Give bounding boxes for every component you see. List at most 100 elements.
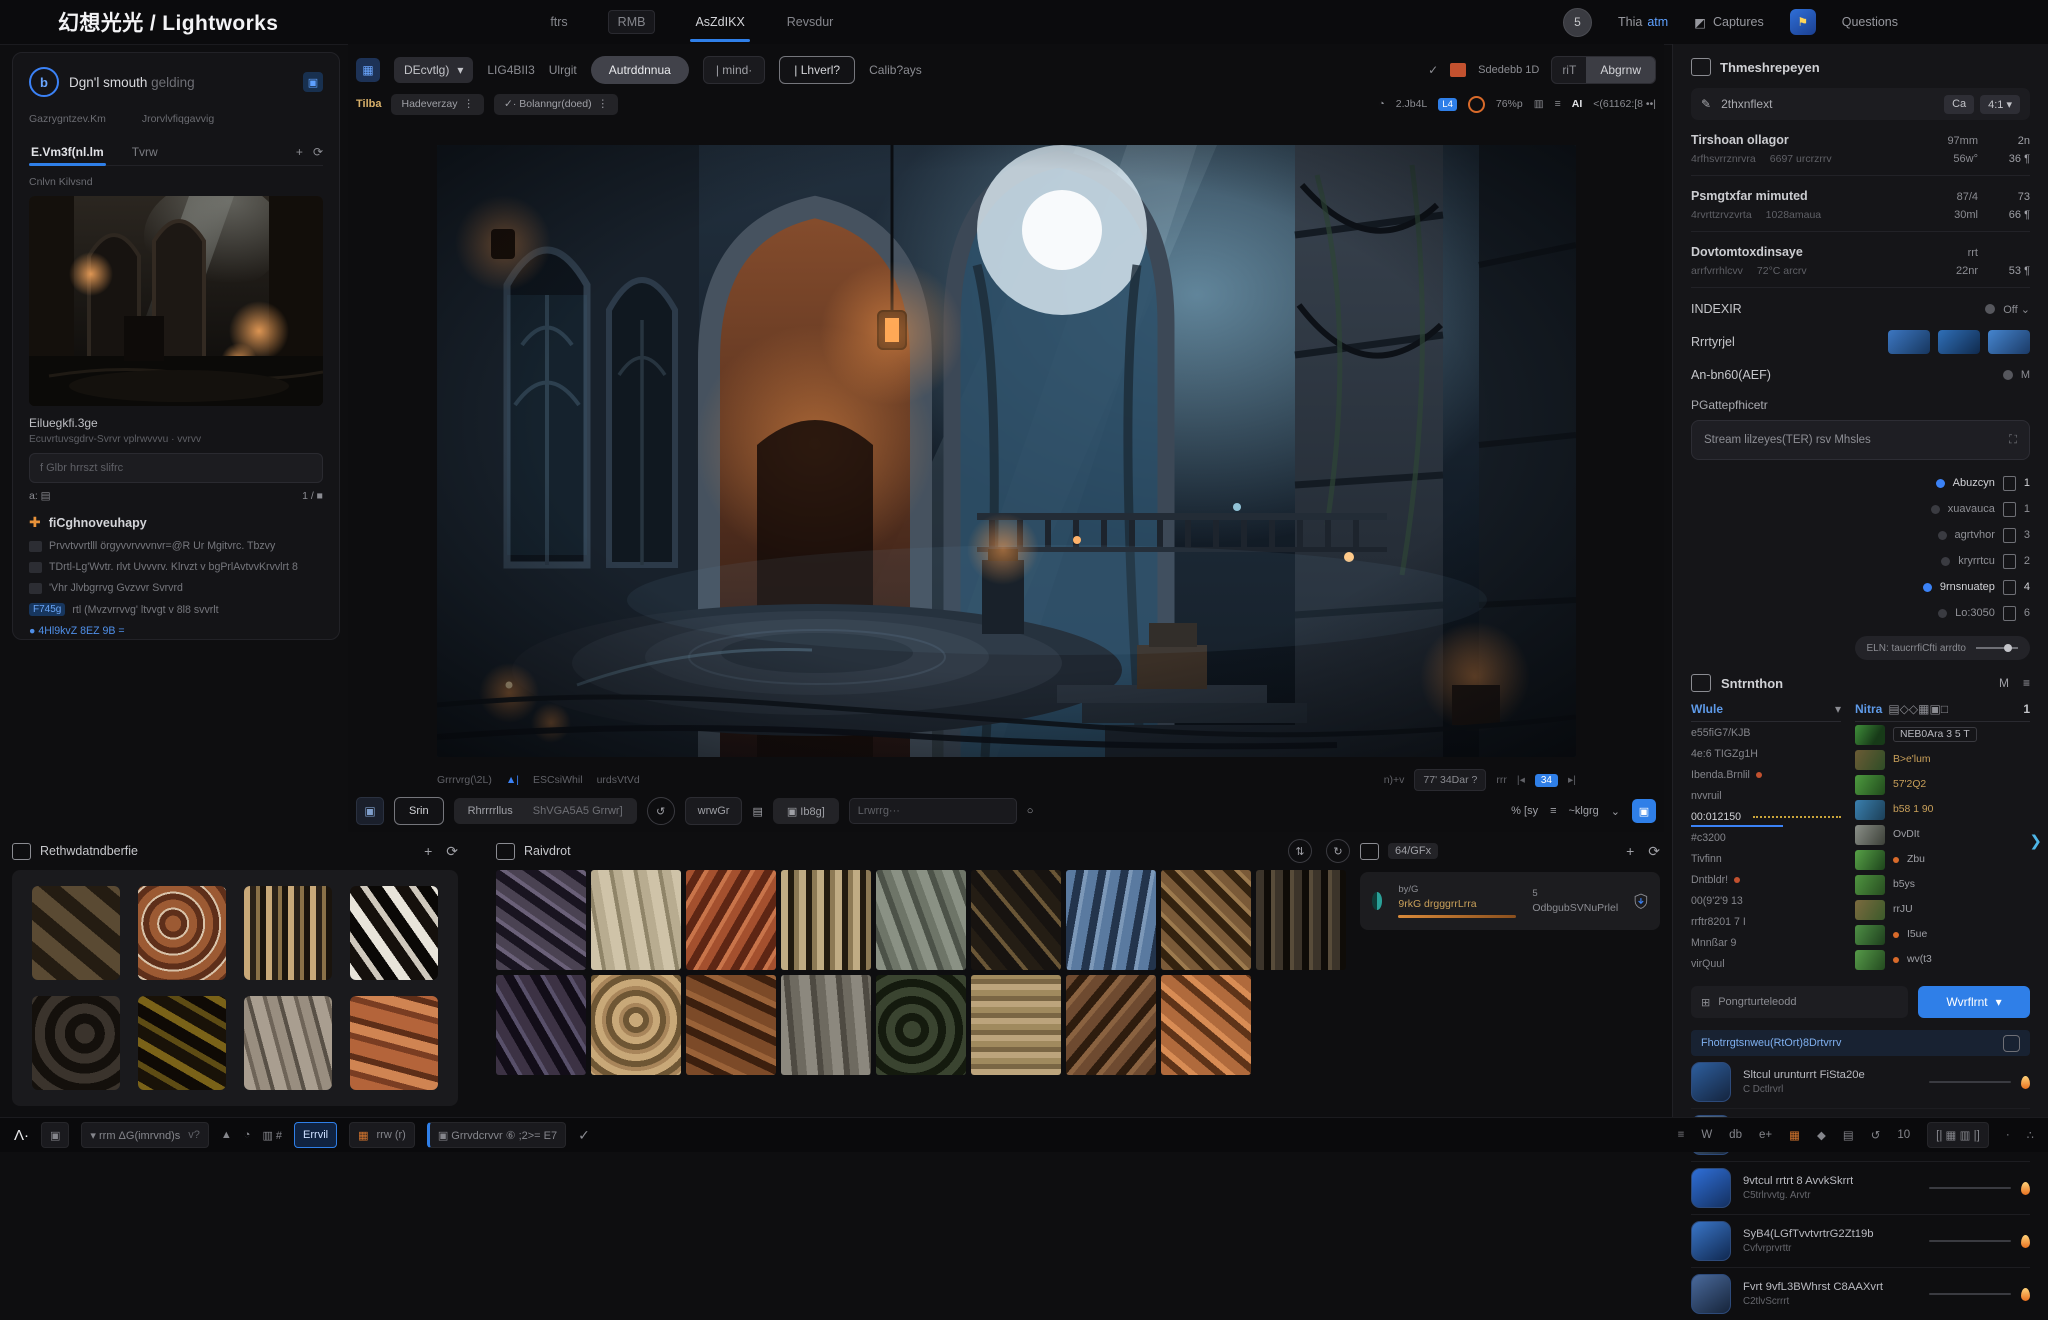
- tab-secondary[interactable]: Tvrw: [130, 139, 160, 165]
- next-frame-icon[interactable]: ▸|: [1568, 774, 1576, 786]
- threshold-slider[interactable]: ELN: taucrrfiCfti arrdto: [1855, 636, 2030, 660]
- subtab-1[interactable]: Gazrygntzev.Km: [29, 113, 106, 125]
- texture-tile[interactable]: [32, 886, 120, 980]
- pass-item[interactable]: Abuzcyn1: [1691, 470, 2030, 496]
- history-item[interactable]: 'Vhr Jlvbgrrvg Gvzvvr Svrvrd: [29, 582, 323, 594]
- frame-input[interactable]: 77' 34Dar ?: [1414, 769, 1486, 791]
- param-subvalue-2[interactable]: 53 ¶: [1978, 265, 2030, 277]
- refresh-icon[interactable]: ⟳: [446, 843, 458, 860]
- rating-thumb-3[interactable]: [1988, 330, 2030, 354]
- primary-view-icon[interactable]: ▣: [1632, 799, 1656, 823]
- layer-row[interactable]: 00(9'2'9 13: [1691, 890, 1841, 911]
- tray-bracket-group[interactable]: [| ▦ ▥ |]: [1927, 1122, 1989, 1148]
- clock-icon[interactable]: ◔: [1378, 98, 1384, 110]
- pass-item[interactable]: kryrrtcu2: [1691, 548, 2030, 574]
- rating-thumb-1[interactable]: [1888, 330, 1930, 354]
- grid-icon[interactable]: ▥: [1534, 98, 1544, 110]
- pass-item[interactable]: agrtvhor3: [1691, 522, 2030, 548]
- ratio-dropdown[interactable]: 4:1 ▾: [1980, 95, 2020, 114]
- account-link[interactable]: atm: [1647, 15, 1668, 29]
- prev-frame-icon[interactable]: |◂: [1517, 774, 1525, 786]
- toggle-value[interactable]: Off ⌄: [2003, 303, 2030, 316]
- param-subvalue-1[interactable]: 30ml: [1920, 209, 1978, 221]
- tray-w-icon[interactable]: W: [1701, 1129, 1712, 1141]
- check-icon[interactable]: ✓: [578, 1127, 590, 1144]
- add-icon[interactable]: +: [1626, 843, 1634, 860]
- texture-tile[interactable]: [350, 886, 438, 980]
- param-subvalue-1[interactable]: 22nr: [1920, 265, 1978, 277]
- layer-chip[interactable]: L4: [1438, 98, 1457, 111]
- texture-tile[interactable]: [496, 870, 586, 970]
- history-item-badged[interactable]: F745grtl (Mvzvrrvvg' ltvvgt v 8l8 svvrlt: [29, 603, 323, 616]
- column-icons[interactable]: ▤◇◇▦▣□: [1888, 702, 1948, 716]
- levels-icon[interactable]: ▲: [221, 1129, 232, 1141]
- pass-item[interactable]: xuavauca1: [1691, 496, 2030, 522]
- texture-tile[interactable]: [1066, 975, 1156, 1075]
- texture-tile[interactable]: [1161, 870, 1251, 970]
- menu-item-3-active[interactable]: AsZdIKX: [693, 2, 746, 42]
- param-value-2[interactable]: 73: [1978, 191, 2030, 203]
- texture-tile[interactable]: [686, 870, 776, 970]
- layer-row[interactable]: nvvruil: [1691, 785, 1841, 806]
- pass-item[interactable]: Lo:30506: [1691, 600, 2030, 626]
- ca-button[interactable]: Ca: [1944, 95, 1974, 114]
- texture-tile[interactable]: [591, 870, 681, 970]
- chevron-down-icon[interactable]: ⌄: [1611, 805, 1620, 818]
- history-item[interactable]: Prvvtvvrtlll örgyvvrvvvnvr=@R Ur Mgitvrc…: [29, 540, 323, 552]
- plus-icon[interactable]: ✚: [29, 514, 41, 531]
- add-icon[interactable]: +: [424, 843, 432, 860]
- add-icon[interactable]: +: [296, 145, 303, 159]
- texture-tile[interactable]: [1256, 870, 1346, 970]
- group-cell-2[interactable]: ShVGA5A5 Grrwr]: [523, 798, 633, 824]
- viewport-search-input[interactable]: Lrwrrg···: [849, 798, 1017, 824]
- layer-row[interactable]: Ibenda.Brnlil: [1691, 764, 1841, 785]
- group-cell-1[interactable]: Rhrrrrllus: [458, 798, 523, 824]
- user-avatar[interactable]: 5: [1563, 8, 1592, 37]
- queue-item[interactable]: 9vtcul rrtrt 8 AvvkSkrrtC5trlrvvtg. Arvt…: [1691, 1162, 2030, 1215]
- texture-tile[interactable]: [686, 975, 776, 1075]
- menu-icon[interactable]: ≡: [2023, 676, 2030, 690]
- toolbar-button-1[interactable]: | mind·: [703, 56, 765, 84]
- tray-eplus-icon[interactable]: e+: [1759, 1129, 1772, 1141]
- layer-row[interactable]: Dntbldr!: [1691, 869, 1841, 890]
- thumb-row[interactable]: wv(t3: [1855, 947, 2030, 972]
- layer-row[interactable]: e55fiG7/KJB: [1691, 722, 1841, 743]
- refresh-icon[interactable]: ↻: [1326, 839, 1350, 863]
- texture-tile[interactable]: [350, 996, 438, 1090]
- layer-row-selected[interactable]: 00:012150: [1691, 806, 1841, 827]
- thumb-row[interactable]: B>e'lum: [1855, 747, 2030, 772]
- layer-row[interactable]: Mnnßar 9: [1691, 932, 1841, 953]
- ai-toggle[interactable]: AI: [1572, 98, 1583, 110]
- panel-toggle-icon[interactable]: ▣: [356, 797, 384, 825]
- chevron-down-icon[interactable]: ▾: [1835, 702, 1841, 716]
- stack-icon[interactable]: ▤: [752, 805, 762, 818]
- taskbar-logo[interactable]: Λ·: [14, 1127, 29, 1144]
- list-icon[interactable]: ≡: [1550, 805, 1556, 817]
- preset-search-row[interactable]: ✎ 2thxnflext Ca 4:1 ▾: [1691, 88, 2030, 120]
- device-pill[interactable]: ▾ rrm ΔG(imrvnd)s v?: [81, 1122, 208, 1148]
- window-icon[interactable]: ▣: [41, 1122, 69, 1148]
- thumb-row[interactable]: rrJU: [1855, 897, 2030, 922]
- tray-panel-icon[interactable]: ▤: [1843, 1128, 1854, 1142]
- questions-label[interactable]: Questions: [1842, 15, 1898, 29]
- shield-icon[interactable]: [1634, 887, 1648, 915]
- layer-row[interactable]: 4e:6 TIGZg1H: [1691, 743, 1841, 764]
- expand-icon[interactable]: ⛶: [2009, 434, 2017, 447]
- thumb-row[interactable]: b5ys: [1855, 872, 2030, 897]
- pass-item[interactable]: 9rnsnuatep4: [1691, 574, 2030, 600]
- texture-tile[interactable]: [591, 975, 681, 1075]
- mode-indicator[interactable]: [2003, 370, 2013, 380]
- camera-icon[interactable]: a: ▤: [29, 490, 51, 502]
- param-subvalue-2[interactable]: 36 ¶: [1978, 153, 2030, 165]
- snap-label[interactable]: % [sy: [1511, 805, 1538, 817]
- red-grid-icon[interactable]: [1450, 63, 1466, 77]
- prompt-input[interactable]: f Glbr hrrszt slifrc: [29, 453, 323, 483]
- texture-tile[interactable]: [244, 996, 332, 1090]
- texture-tile[interactable]: [32, 996, 120, 1090]
- expand-chevron-icon[interactable]: ❯: [2029, 832, 2042, 850]
- gfx-tab-active[interactable]: by/G 9rkG drgggrrLrra: [1398, 884, 1516, 918]
- captures-entry[interactable]: ◩ Captures: [1694, 15, 1764, 30]
- circle-icon[interactable]: ○: [1027, 805, 1034, 817]
- taskbar-wide-item[interactable]: ▣ Grrvdcrvvr ⑥ ;2>= E7: [427, 1122, 566, 1148]
- param-value-1[interactable]: 97mm: [1920, 135, 1978, 147]
